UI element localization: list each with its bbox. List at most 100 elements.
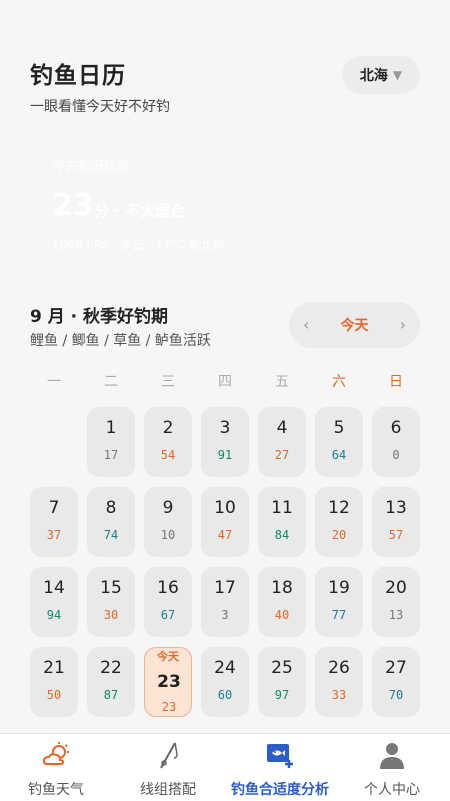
tab-profile[interactable]: 个人中心	[336, 734, 448, 801]
calendar-day[interactable]: 15 30	[87, 567, 135, 637]
day-score: 33	[331, 688, 347, 702]
today-weather-detail: 1008 hPa · 多云 · 17°C 东北风	[52, 238, 225, 252]
calendar-day[interactable]: 7 37	[30, 487, 78, 557]
day-score: 0	[392, 448, 400, 462]
dropdown-arrow-icon: ▼	[392, 68, 403, 82]
day-score: 70	[388, 688, 404, 702]
calendar-day[interactable]: 16 67	[144, 567, 192, 637]
day-score: 3	[221, 608, 229, 622]
tab-fishing-weather[interactable]: 钓鱼天气	[0, 734, 112, 801]
calendar-day[interactable]: 22 87	[87, 647, 135, 717]
day-score: 27	[274, 448, 290, 462]
page-title: 钓鱼日历	[30, 63, 126, 89]
weekday-label: 四	[218, 374, 232, 390]
day-number: 6	[390, 418, 402, 438]
calendar-day[interactable]: 20 13	[372, 567, 420, 637]
calendar-day[interactable]: 5 64	[315, 407, 363, 477]
tab-line-setup[interactable]: 线组搭配	[112, 734, 224, 801]
day-number: 4	[276, 418, 288, 438]
tab-label: 钓鱼天气	[28, 782, 84, 798]
day-number: 15	[100, 578, 122, 598]
next-month-button[interactable]: ›	[400, 315, 406, 334]
day-number: 1	[105, 418, 117, 438]
today-index-label: 今天钓况指数	[52, 160, 131, 175]
calendar-day[interactable]: 27 70	[372, 647, 420, 717]
calendar-day[interactable]: 12 20	[315, 487, 363, 557]
fish-analysis-icon	[267, 744, 293, 768]
day-number: 24	[214, 658, 236, 678]
calendar-day[interactable]: 8 74	[87, 487, 135, 557]
day-number: 2	[162, 418, 174, 438]
tab-label: 线组搭配	[140, 782, 196, 798]
calendar-day[interactable]: 1 17	[87, 407, 135, 477]
today-tag: 今天	[157, 650, 179, 663]
today-index-score: 23	[52, 188, 94, 223]
calendar-day[interactable]: 60	[372, 407, 420, 477]
day-number: 21	[43, 658, 65, 678]
calendar-day[interactable]: 14 94	[30, 567, 78, 637]
calendar-day[interactable]: 9 10	[144, 487, 192, 557]
active-fish-list: 鲤鱼 / 鲫鱼 / 草鱼 / 鲈鱼活跃	[30, 333, 211, 349]
day-score: 67	[160, 608, 176, 622]
day-score: 54	[160, 448, 176, 462]
bottom-tab-bar: 钓鱼天气 线组搭配 钓鱼合适度分析 个人中心	[0, 733, 450, 801]
calendar-day[interactable]: 3 91	[201, 407, 249, 477]
day-number: 8	[105, 498, 117, 518]
weekday-label: 日	[389, 374, 403, 390]
weekday-label: 五	[275, 374, 289, 390]
weekday-label: 三	[161, 374, 175, 390]
calendar-day[interactable]: 24 60	[201, 647, 249, 717]
today-index-level: 分 · 不太适合	[94, 202, 186, 220]
month-navigator: ‹ 今天 ›	[289, 302, 420, 348]
day-number: 25	[271, 658, 293, 678]
day-number: 9	[162, 498, 174, 518]
day-score: 40	[274, 608, 290, 622]
calendar-day[interactable]: 26 33	[315, 647, 363, 717]
day-number: 14	[43, 578, 65, 598]
day-score: 47	[217, 528, 233, 542]
weekday-label: 一	[47, 374, 61, 390]
tab-label: 钓鱼合适度分析	[231, 782, 329, 798]
page-subtitle: 一眼看懂今天好不好钓	[30, 99, 170, 115]
calendar-day[interactable]: 18 40	[258, 567, 306, 637]
day-score: 17	[103, 448, 119, 462]
calendar-day[interactable]: 4 27	[258, 407, 306, 477]
calendar-day[interactable]: 10 47	[201, 487, 249, 557]
day-score: 20	[331, 528, 347, 542]
calendar-day[interactable]: 21 50	[30, 647, 78, 717]
calendar-day[interactable]: 25 97	[258, 647, 306, 717]
calendar-day[interactable]: 2 54	[144, 407, 192, 477]
day-number: 20	[385, 578, 407, 598]
day-number: 17	[214, 578, 236, 598]
month-title: 9 月 · 秋季好钓期	[30, 307, 169, 327]
day-number: 7	[48, 498, 60, 518]
calendar-day[interactable]: 17 3	[201, 567, 249, 637]
day-number: 23	[157, 672, 181, 692]
day-number: 27	[385, 658, 407, 678]
day-score: 10	[160, 528, 176, 542]
day-number: 3	[219, 418, 231, 438]
calendar-day[interactable]: 19 77	[315, 567, 363, 637]
day-number: 16	[157, 578, 179, 598]
day-score: 91	[217, 448, 233, 462]
day-score: 13	[388, 608, 404, 622]
weather-icon	[42, 742, 69, 765]
city-label: 北海	[359, 68, 388, 84]
calendar-day-today[interactable]: 今天 23 23	[144, 647, 192, 717]
weekday-label: 二	[104, 374, 118, 390]
calendar-day[interactable]: 11 84	[258, 487, 306, 557]
day-number: 18	[271, 578, 293, 598]
day-score: 60	[217, 688, 233, 702]
fishing-rod-icon	[160, 742, 178, 769]
city-selector-button[interactable]: 北海 ▼	[342, 56, 420, 94]
weekday-label: 六	[332, 374, 346, 390]
tab-fishing-suitability[interactable]: 钓鱼合适度分析	[224, 734, 336, 801]
day-score: 84	[274, 528, 290, 542]
calendar-day[interactable]: 13 57	[372, 487, 420, 557]
day-score: 30	[103, 608, 119, 622]
day-number: 10	[214, 498, 236, 518]
day-score: 37	[46, 528, 62, 542]
day-number: 13	[385, 498, 407, 518]
day-score: 94	[46, 608, 62, 622]
month-info: 9 月 · 秋季好钓期 鲤鱼 / 鲫鱼 / 草鱼 / 鲈鱼活跃	[30, 302, 280, 352]
